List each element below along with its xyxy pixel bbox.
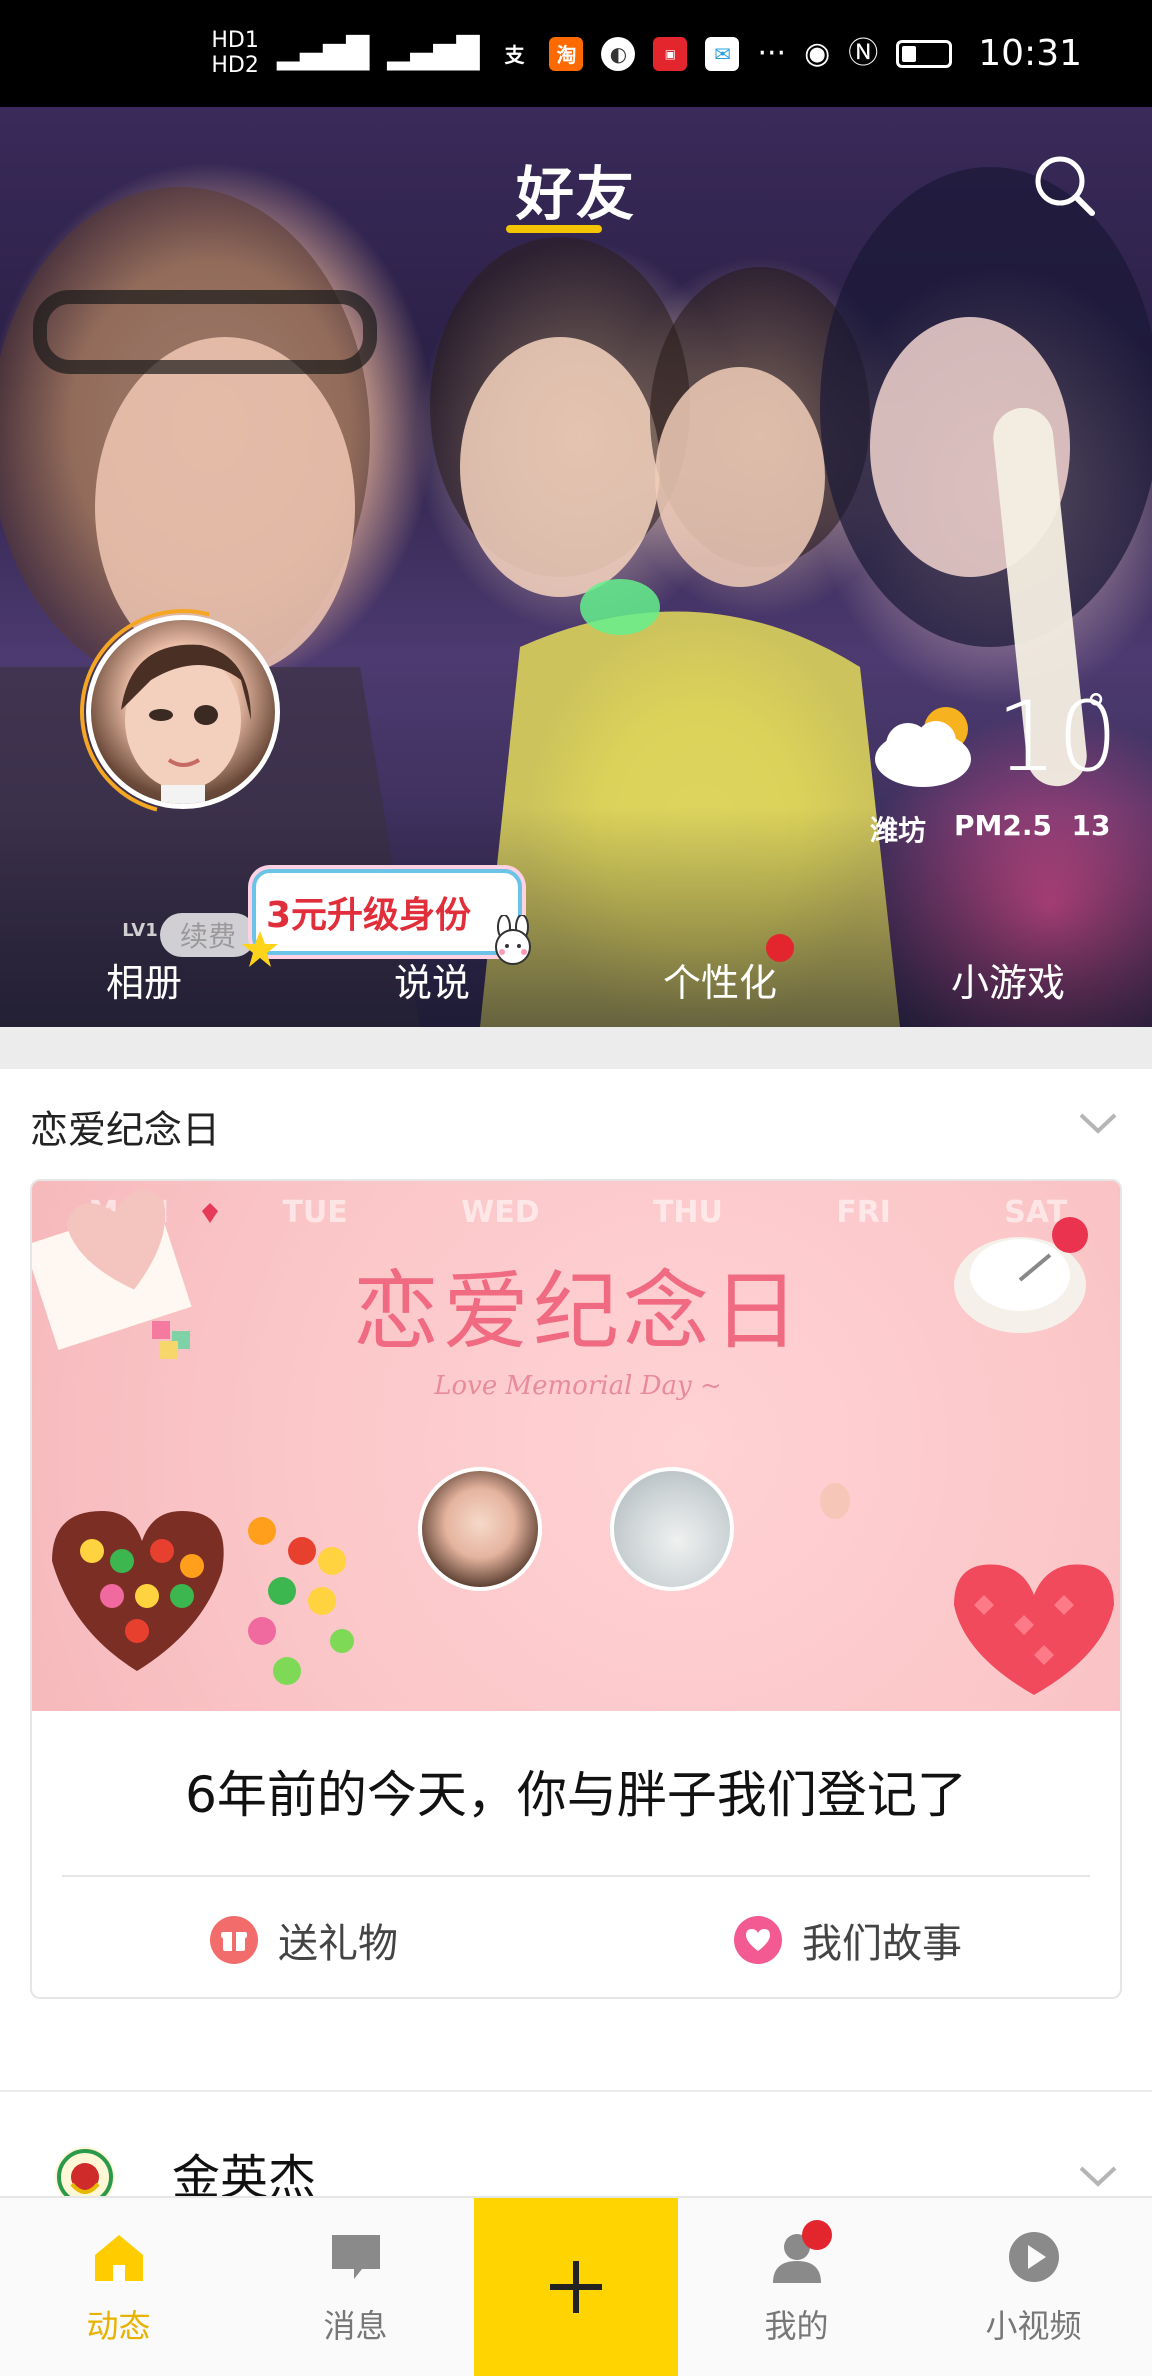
message-icon: ✉ [705, 36, 740, 71]
partner-avatar-2[interactable] [610, 1467, 734, 1591]
anniversary-section: 恋爱纪念日 MON TUE WED THU FRI SAT [0, 1069, 1152, 2090]
plus-icon [550, 2261, 602, 2313]
nav-personalize[interactable]: 个性化 [576, 933, 864, 1007]
avatar[interactable] [86, 615, 280, 809]
weather-city: 潍坊 [870, 814, 927, 847]
banner-subtitle: Love Memorial Day ~ [434, 1371, 722, 1401]
send-gift-button[interactable]: 送礼物 [32, 1911, 576, 1969]
tab-me-label: 我的 [764, 2307, 829, 2345]
more-icon: ··· [757, 35, 787, 71]
tab-feed[interactable]: 动态 [0, 2198, 237, 2376]
weather-degree: ° [1086, 687, 1106, 733]
profile-nav: 相册 说说 个性化 小游戏 [0, 933, 1152, 1019]
egg-icon [820, 1483, 850, 1519]
signal-4g-icon: ▂▄▆█ [276, 35, 370, 71]
avatar-face-icon [121, 644, 251, 804]
anniversary-actions: 送礼物 我们故事 [32, 1881, 1120, 1997]
tab-feed-label: 动态 [86, 2307, 151, 2345]
notification-dot [802, 2220, 832, 2250]
rose-heart-icon [954, 1564, 1114, 1695]
card-divider [62, 1875, 1090, 1877]
taobao-icon: 淘 [549, 36, 584, 71]
page-title: 好友 [515, 160, 636, 228]
network-signal-icon: HD1 HD2 [211, 28, 259, 78]
partly-cloudy-icon [875, 707, 971, 787]
status-bar: HD1 HD2 ▂▄▆█ ▂▄▆█ 支 淘 ◐ ▣ ✉ ··· ◉ Ⓝ 10:31 [0, 0, 1152, 107]
nfc-icon: Ⓝ [848, 35, 879, 71]
add-post-button[interactable] [474, 2198, 678, 2376]
gift-icon [210, 1916, 258, 1964]
banner-title: 恋爱纪念日 [353, 1262, 803, 1362]
feed-item-header[interactable]: 金英杰 [0, 2092, 1152, 2207]
search-icon[interactable] [1030, 151, 1100, 221]
title-underline [506, 225, 602, 233]
play-icon [1008, 2232, 1059, 2282]
bottom-tab-bar: 动态 消息 我的 小视频 [0, 2196, 1152, 2376]
browser-icon: ◐ [601, 36, 636, 71]
eye-icon: ◉ [804, 35, 831, 71]
tab-messages[interactable]: 消息 [237, 2198, 474, 2376]
chevron-down-icon[interactable] [1078, 2164, 1118, 2188]
alipay-icon: 支 [504, 43, 525, 67]
anniversary-card[interactable]: MON TUE WED THU FRI SAT [30, 1179, 1122, 1999]
nav-personalize-label: 个性化 [662, 960, 777, 1005]
tab-videos[interactable]: 小视频 [915, 2198, 1152, 2376]
our-story-label: 我们故事 [802, 1921, 962, 1967]
nav-minigames[interactable]: 小游戏 [864, 952, 1152, 1007]
nav-album[interactable]: 相册 [0, 952, 288, 1007]
weekday-label: FRI [836, 1195, 891, 1230]
anniversary-banner: MON TUE WED THU FRI SAT [32, 1181, 1120, 1711]
anniversary-message: 6年前的今天，你与胖子我们登记了 [185, 1766, 967, 1824]
tab-messages-label: 消息 [323, 2307, 388, 2345]
tab-me[interactable]: 我的 [678, 2198, 915, 2376]
weekday-label: THU [652, 1195, 723, 1230]
home-icon [94, 2235, 143, 2281]
weekday-label: WED [461, 1195, 540, 1230]
section-divider [0, 1027, 1152, 1069]
tab-videos-label: 小视频 [985, 2307, 1082, 2345]
notification-dot [766, 933, 794, 962]
heart-icon [734, 1916, 782, 1964]
weekday-label: TUE [282, 1195, 348, 1230]
signal-4g-icon-2: ▂▄▆█ [387, 35, 480, 71]
profile-cover[interactable]: 好友 LV1 续费 3元升级身份 10 ° 潍坊 PM2.5 13 相册 说说 … [0, 107, 1152, 1027]
weather-pm25: PM2.5 13 [954, 809, 1111, 842]
nav-shuoshuo[interactable]: 说说 [288, 952, 576, 1007]
chat-icon [331, 2235, 380, 2279]
battery-icon [896, 39, 953, 68]
huawei-icon: ▣ [653, 36, 688, 71]
send-gift-label: 送礼物 [278, 1921, 398, 1967]
partner-avatar-1[interactable] [418, 1467, 542, 1591]
our-story-button[interactable]: 我们故事 [576, 1911, 1120, 1969]
upgrade-label: 3元升级身份 [266, 895, 472, 936]
candy-heart-icon [52, 1511, 354, 1685]
section-title: 恋爱纪念日 [30, 1108, 221, 1152]
clock: 10:31 [978, 33, 1082, 74]
chevron-down-icon[interactable] [1078, 1111, 1118, 1135]
